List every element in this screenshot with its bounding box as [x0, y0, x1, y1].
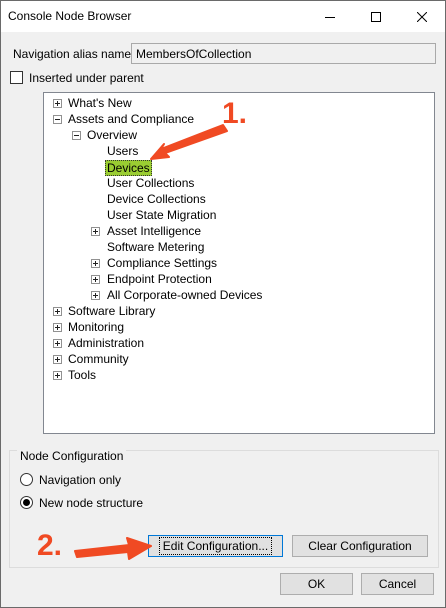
minimize-icon [325, 16, 335, 18]
inserted-under-parent-label: Inserted under parent [29, 71, 144, 85]
maximize-icon [371, 11, 381, 22]
clear-configuration-label: Clear Configuration [308, 539, 412, 553]
expand-icon[interactable] [91, 275, 100, 284]
edit-configuration-button[interactable]: Edit Configuration... [148, 535, 283, 557]
expand-icon[interactable] [91, 291, 100, 300]
expand-icon[interactable] [53, 371, 62, 380]
edit-configuration-label: Edit Configuration... [158, 537, 273, 555]
tree-node-label: Users [107, 144, 139, 158]
tree-node-label: User State Migration [107, 208, 217, 222]
annotation-step-1: 1. [222, 97, 248, 130]
tree-node-label: Overview [87, 128, 138, 142]
tree-node-label: Monitoring [68, 320, 125, 334]
expand-icon[interactable] [53, 339, 62, 348]
maximize-button[interactable] [353, 1, 399, 32]
alias-label: Navigation alias name: [13, 47, 135, 61]
tree-node-label: Endpoint Protection [107, 272, 212, 286]
tree-node-label: Compliance Settings [107, 256, 218, 270]
clear-configuration-button[interactable]: Clear Configuration [292, 535, 428, 557]
close-icon [417, 11, 427, 22]
node-tree[interactable]: What's New Assets and Compliance Overvie… [43, 92, 435, 434]
navigation-only-label: Navigation only [39, 473, 122, 487]
tree-node-label: Device Collections [107, 192, 206, 206]
tree-node-label: What's New [68, 96, 132, 110]
new-node-structure-label: New node structure [39, 496, 144, 510]
navigation-only-radio[interactable] [20, 473, 33, 486]
tree-node-label: Administration [68, 336, 145, 350]
tree-node-label-selected: Devices [105, 160, 152, 176]
tree-node-label: Software Library [68, 304, 156, 318]
collapse-icon[interactable] [72, 131, 81, 140]
tree-node-label: User Collections [107, 176, 195, 190]
cancel-label: Cancel [378, 577, 417, 591]
inserted-under-parent-checkbox[interactable] [10, 71, 23, 84]
new-node-structure-radio[interactable] [20, 496, 33, 509]
expand-icon[interactable] [53, 323, 62, 332]
tree-node-label: Assets and Compliance [68, 112, 195, 126]
expand-icon[interactable] [91, 259, 100, 268]
node-configuration-title: Node Configuration [17, 449, 127, 463]
annotation-step-2: 2. [37, 529, 63, 562]
tree-node-label: All Corporate-owned Devices [107, 288, 263, 302]
ok-button[interactable]: OK [280, 573, 353, 595]
tree-node-label: Software Metering [107, 240, 205, 254]
expand-icon[interactable] [91, 227, 100, 236]
expand-icon[interactable] [53, 307, 62, 316]
title-bar: Console Node Browser [1, 1, 445, 32]
minimize-button[interactable] [307, 1, 353, 32]
console-node-browser-dialog: Console Node Browser Navigation alias na… [0, 0, 446, 608]
cancel-button[interactable]: Cancel [361, 573, 434, 595]
tree-node-label: Tools [68, 368, 97, 382]
ok-label: OK [307, 577, 326, 591]
expand-icon[interactable] [53, 99, 62, 108]
alias-input[interactable] [131, 43, 436, 64]
collapse-icon[interactable] [53, 115, 62, 124]
tree-node-label: Asset Intelligence [107, 224, 202, 238]
expand-icon[interactable] [53, 355, 62, 364]
close-button[interactable] [399, 1, 445, 32]
tree-node-label: Community [68, 352, 129, 366]
window-title: Console Node Browser [8, 9, 132, 23]
